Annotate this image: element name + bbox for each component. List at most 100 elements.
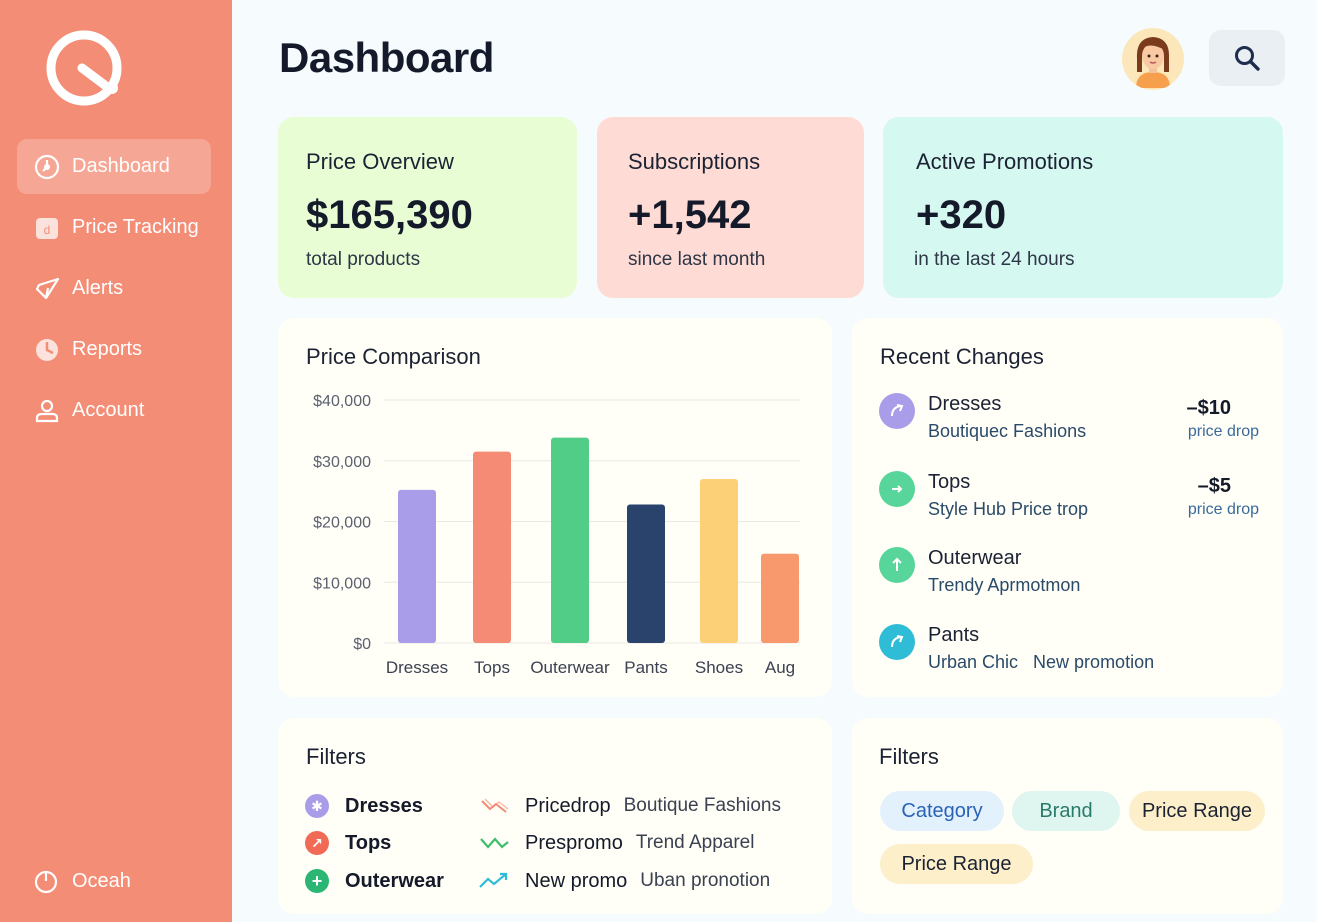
change-row-pants[interactable]: Pants Urban Chic New promotion — [879, 624, 1259, 684]
change-store: Trendy Aprmotmon — [928, 575, 1081, 595]
search-button[interactable] — [1209, 30, 1285, 86]
y-tick-label: $30,000 — [313, 454, 371, 471]
x-tick-label: Dresses — [386, 658, 448, 677]
sidebar-item-label: Account — [72, 399, 145, 421]
page-title: Dashboard — [279, 34, 494, 81]
dashboard-icon — [33, 153, 61, 181]
promo-type: New promo — [525, 869, 628, 892]
chart-bar — [473, 451, 511, 643]
change-row-dresses[interactable]: Dresses Boutiquec Fashions –$10 price dr… — [879, 393, 1259, 453]
sidebar-nav: Dashboard d Price Tracking Alerts Report… — [17, 139, 211, 444]
filter-chip-category[interactable]: Category — [880, 791, 1004, 831]
sidebar-item-label: Alerts — [72, 277, 124, 299]
filter-category-label: Tops — [345, 831, 392, 854]
app-logo[interactable] — [44, 30, 124, 110]
filters-panel: Filters ✱ Dresses ↗ Tops + Outerwear Pri… — [278, 718, 832, 914]
chart-bar — [627, 504, 665, 643]
user-icon — [33, 397, 61, 425]
promo-store: Uban pronotion — [640, 870, 771, 891]
sidebar-item-label: Reports — [72, 338, 143, 360]
sparkle-icon: ✱ — [305, 794, 329, 818]
change-store: Urban Chic New promotion — [928, 652, 1155, 672]
user-avatar[interactable] — [1122, 28, 1184, 90]
sidebar-item-dashboard[interactable]: Dashboard — [17, 139, 211, 194]
change-note: price drop — [1187, 501, 1259, 518]
sidebar-footer-item[interactable]: Oceah — [33, 866, 131, 896]
filter-promo-prespromo[interactable]: Prespromo Trend Apparel — [478, 830, 754, 856]
promo-store: Boutique Fashions — [623, 795, 781, 816]
sidebar-footer-label: Oceah — [72, 869, 131, 892]
y-tick-label: $40,000 — [313, 393, 371, 410]
recent-changes-title: Recent Changes — [880, 344, 1044, 369]
change-name: Tops — [928, 471, 971, 493]
price-tag-icon: d — [33, 214, 61, 242]
stat-value: +320 — [916, 193, 1007, 237]
sidebar-item-reports[interactable]: Reports — [17, 322, 211, 377]
change-row-tops[interactable]: Tops Style Hub Price trop –$5 price drop — [879, 471, 1259, 531]
stat-card-subscriptions[interactable]: Subscriptions +1,542 since last month — [597, 117, 864, 298]
y-tick-label: $10,000 — [313, 575, 371, 592]
promo-type: Prespromo — [525, 831, 623, 854]
x-tick-label: Shoes — [695, 658, 743, 677]
trend-wave-icon — [478, 833, 512, 853]
plus-icon: + — [305, 869, 329, 893]
trend-down-icon — [478, 796, 512, 816]
stat-title: Price Overview — [306, 149, 454, 174]
change-note: price drop — [1187, 423, 1259, 440]
sidebar-item-account[interactable]: Account — [17, 383, 211, 438]
change-row-outerwear[interactable]: Outerwear Trendy Aprmotmon — [879, 547, 1259, 607]
filter-category-outerwear[interactable]: + Outerwear — [305, 868, 444, 894]
change-name: Outerwear — [928, 547, 1022, 569]
change-amount: –$5 — [1197, 475, 1231, 497]
change-store: Boutiquec Fashions — [928, 421, 1087, 441]
filter-chip-price-range[interactable]: Price Range — [1129, 791, 1265, 831]
sidebar: Dashboard d Price Tracking Alerts Report… — [0, 0, 232, 922]
y-tick-label: $20,000 — [313, 515, 371, 532]
search-icon — [1235, 46, 1260, 71]
change-name: Dresses — [928, 393, 1002, 415]
stat-title: Subscriptions — [628, 149, 761, 174]
stat-card-price-overview[interactable]: Price Overview $165,390 total products — [278, 117, 577, 298]
chart-bar — [761, 553, 799, 643]
sidebar-item-price-tracking[interactable]: d Price Tracking — [17, 200, 211, 255]
stat-value: $165,390 — [306, 193, 473, 237]
filter-chip-price-range[interactable]: Price Range — [880, 844, 1033, 884]
filter-category-dresses[interactable]: ✱ Dresses — [305, 793, 423, 819]
arrow-up-icon — [879, 547, 915, 583]
filter-category-tops[interactable]: ↗ Tops — [305, 830, 391, 856]
arrow-right-icon — [879, 471, 915, 507]
x-tick-label: Pants — [624, 658, 667, 677]
stat-subtitle: since last month — [628, 249, 766, 270]
svg-text:d: d — [44, 223, 51, 237]
trend-up-icon — [478, 871, 512, 891]
change-store: Style Hub Price trop — [928, 499, 1089, 519]
x-tick-label: Outerwear — [530, 658, 610, 677]
chart-bar — [398, 489, 436, 643]
filter-promo-pricedrop[interactable]: Pricedrop Boutique Fashions — [478, 793, 781, 819]
stat-subtitle: in the last 24 hours — [914, 249, 1075, 270]
filter-category-label: Outerwear — [345, 869, 444, 892]
sidebar-item-label: Price Tracking — [72, 216, 199, 238]
filters-title: Filters — [879, 744, 939, 769]
change-amount: –$10 — [1186, 397, 1232, 419]
price-comparison-chart: $0 $10,000 $20,000 $30,000 $40,000 Dresses Top… — [313, 393, 800, 677]
change-name: Pants — [928, 624, 980, 646]
sidebar-item-alerts[interactable]: Alerts — [17, 261, 211, 316]
arrow-up-right-icon: ↗ — [305, 831, 329, 855]
stat-value: +1,542 — [628, 193, 752, 237]
alert-icon — [33, 275, 61, 303]
sidebar-item-label: Dashboard — [72, 155, 170, 177]
reports-icon — [33, 336, 61, 364]
x-tick-label: Tops — [474, 658, 510, 677]
filter-promo-new-promo[interactable]: New promo Uban pronotion — [478, 868, 770, 894]
recent-changes-panel: Recent Changes Dresses Boutiquec Fashion… — [852, 318, 1283, 697]
filter-chips-panel: Filters Category Brand Price Range Price… — [852, 718, 1283, 914]
filters-title: Filters — [306, 744, 366, 769]
promo-store: Trend Apparel — [635, 832, 755, 853]
y-tick-label: $0 — [353, 636, 371, 653]
filter-chip-brand[interactable]: Brand — [1012, 791, 1120, 831]
x-tick-label: Aug — [765, 658, 795, 677]
arrow-up-right-icon — [879, 393, 915, 429]
arrow-up-right-icon — [879, 624, 915, 660]
stat-card-active-promotions[interactable]: Active Promotions +320 in the last 24 ho… — [883, 117, 1283, 298]
